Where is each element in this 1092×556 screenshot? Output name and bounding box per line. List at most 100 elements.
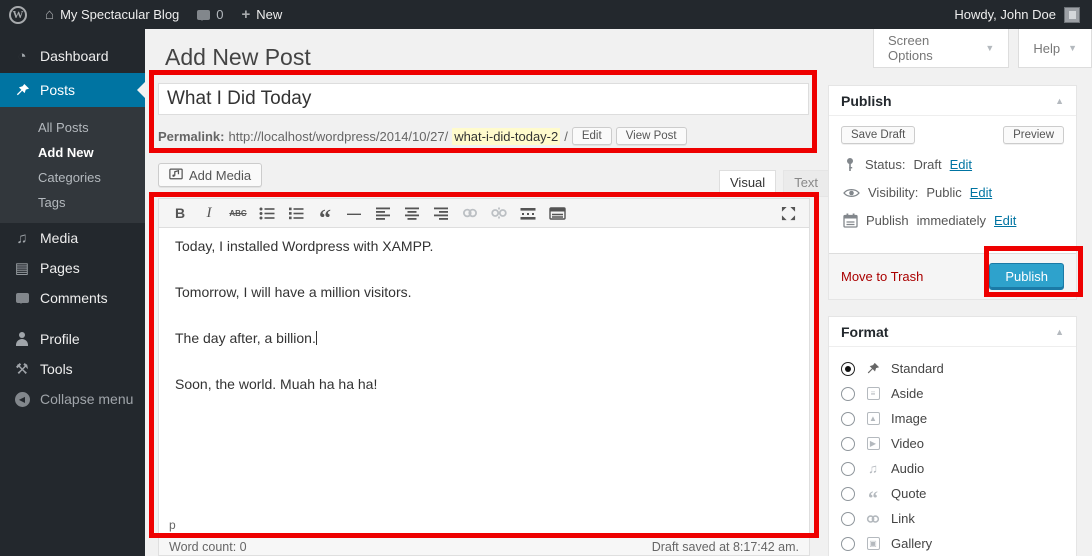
editor-element-path: p — [159, 515, 809, 537]
sidebar-item-pages[interactable]: ▤ Pages — [0, 253, 145, 283]
video-icon: ▶ — [864, 437, 882, 450]
align-right-icon[interactable] — [430, 202, 452, 224]
radio-checked[interactable] — [841, 362, 855, 376]
publish-box-header[interactable]: Publish ▲ — [829, 86, 1076, 116]
post-title-input[interactable] — [158, 83, 809, 115]
account-menu[interactable]: Howdy, John Doe — [954, 7, 1092, 23]
radio-unchecked[interactable] — [841, 412, 855, 426]
sidebar-item-collapse-menu[interactable]: ◀ Collapse menu — [0, 384, 145, 414]
move-to-trash-link[interactable]: Move to Trash — [841, 269, 923, 284]
tab-visual[interactable]: Visual — [719, 170, 776, 197]
collapse-triangle-icon[interactable]: ▲ — [1055, 327, 1064, 337]
sidebar-item-posts[interactable]: Posts — [0, 73, 145, 107]
schedule-value: immediately — [917, 213, 986, 228]
radio-unchecked[interactable] — [841, 387, 855, 401]
format-option-link[interactable]: Link — [841, 506, 1064, 531]
link-icon[interactable] — [459, 202, 481, 224]
permalink-trailing-slash: / — [564, 129, 568, 144]
posts-submenu: All Posts Add New Categories Tags — [0, 107, 145, 223]
unlink-icon[interactable] — [488, 202, 510, 224]
horizontal-rule-icon[interactable]: — — [343, 202, 365, 224]
comment-bubble-icon — [13, 293, 31, 303]
site-name-link[interactable]: ⌂ My Spectacular Blog — [36, 0, 188, 29]
sidebar-item-label: Posts — [40, 82, 75, 98]
format-option-aside[interactable]: ≡ Aside — [841, 381, 1064, 406]
image-icon: ▲ — [864, 412, 882, 425]
format-option-image[interactable]: ▲ Image — [841, 406, 1064, 431]
audio-icon: ♫ — [864, 461, 882, 476]
wrench-icon: ⚒ — [13, 360, 31, 378]
format-option-quote[interactable]: “ Quote — [841, 481, 1064, 506]
schedule-row: Publish immediately Edit — [843, 213, 1062, 228]
new-content-menu[interactable]: + New — [233, 0, 292, 29]
format-option-audio[interactable]: ♫ Audio — [841, 456, 1064, 481]
pushpin-icon — [13, 83, 31, 98]
admin-bar: W ⌂ My Spectacular Blog 0 + New Howdy, J… — [0, 0, 1092, 29]
screen-meta-links: Screen Options ▼ Help ▼ — [873, 29, 1092, 68]
bold-icon[interactable]: B — [169, 202, 191, 224]
format-option-standard[interactable]: Standard — [841, 356, 1064, 381]
permalink-slug[interactable]: what-i-did-today-2 — [452, 128, 560, 145]
publish-box-footer: Move to Trash Publish — [829, 253, 1076, 299]
edit-permalink-button[interactable]: Edit — [572, 127, 612, 145]
eye-icon — [843, 187, 860, 199]
paragraph: Today, I installed Wordpress with XAMPP. — [175, 238, 793, 255]
bulleted-list-icon[interactable] — [256, 202, 278, 224]
gallery-icon: ▣ — [864, 537, 882, 550]
align-center-icon[interactable] — [401, 202, 423, 224]
visibility-value: Public — [926, 185, 961, 200]
collapse-triangle-icon[interactable]: ▲ — [1055, 96, 1064, 106]
more-tag-icon[interactable] — [517, 202, 539, 224]
numbered-list-icon[interactable] — [285, 202, 307, 224]
format-option-gallery[interactable]: ▣ Gallery — [841, 531, 1064, 556]
status-pin-icon — [843, 157, 857, 172]
screen-options-button[interactable]: Screen Options ▼ — [873, 29, 1009, 68]
editor-content-area[interactable]: Today, I installed Wordpress with XAMPP.… — [159, 229, 809, 515]
pages-icon: ▤ — [13, 259, 31, 277]
sidebar-item-categories[interactable]: Categories — [0, 165, 145, 190]
tab-text[interactable]: Text — [783, 170, 829, 197]
site-name: My Spectacular Blog — [60, 7, 179, 22]
radio-unchecked[interactable] — [841, 537, 855, 551]
add-media-button[interactable]: Add Media — [158, 163, 262, 187]
radio-unchecked[interactable] — [841, 437, 855, 451]
view-post-button[interactable]: View Post — [616, 127, 687, 145]
format-box-header[interactable]: Format ▲ — [829, 317, 1076, 347]
radio-unchecked[interactable] — [841, 512, 855, 526]
status-row: Status: Draft Edit — [843, 157, 1062, 172]
sidebar-item-comments[interactable]: Comments — [0, 283, 145, 313]
radio-unchecked[interactable] — [841, 487, 855, 501]
help-button[interactable]: Help ▼ — [1018, 29, 1092, 68]
fullscreen-icon[interactable] — [777, 202, 799, 224]
sidebar-item-media[interactable]: ♫ Media — [0, 223, 145, 253]
align-left-icon[interactable] — [372, 202, 394, 224]
sidebar-item-dashboard[interactable]: ◔ Dashboard — [0, 39, 145, 73]
edit-status-link[interactable]: Edit — [950, 157, 972, 172]
toolbar-toggle-icon[interactable] — [546, 202, 568, 224]
editor-status-bar: Word count: 0 Draft saved at 8:17:42 am. — [158, 538, 810, 556]
format-option-video[interactable]: ▶ Video — [841, 431, 1064, 456]
status-value: Draft — [913, 157, 941, 172]
publish-button[interactable]: Publish — [989, 263, 1064, 290]
preview-button[interactable]: Preview — [1003, 126, 1064, 144]
wordpress-logo-icon: W — [9, 6, 27, 24]
permalink-base: http://localhost/wordpress/2014/10/27/ — [228, 129, 448, 144]
edit-visibility-link[interactable]: Edit — [970, 185, 992, 200]
plus-icon: + — [242, 7, 251, 22]
strikethrough-icon[interactable]: ABC — [227, 202, 249, 224]
comments-link[interactable]: 0 — [188, 0, 232, 29]
save-draft-button[interactable]: Save Draft — [841, 126, 915, 144]
wordpress-menu[interactable]: W — [0, 0, 36, 29]
dashboard-icon: ◔ — [13, 48, 31, 65]
blockquote-icon[interactable]: “ — [314, 202, 336, 224]
sidebar-item-profile[interactable]: Profile — [0, 324, 145, 354]
radio-unchecked[interactable] — [841, 462, 855, 476]
sidebar-item-all-posts[interactable]: All Posts — [0, 115, 145, 140]
italic-icon[interactable]: I — [198, 202, 220, 224]
quote-icon: “ — [864, 487, 882, 501]
sidebar-item-tags[interactable]: Tags — [0, 190, 145, 215]
sidebar-item-tools[interactable]: ⚒ Tools — [0, 354, 145, 384]
sidebar-item-add-new[interactable]: Add New — [0, 140, 145, 165]
collapse-arrow-icon: ◀ — [13, 392, 31, 407]
edit-schedule-link[interactable]: Edit — [994, 213, 1016, 228]
